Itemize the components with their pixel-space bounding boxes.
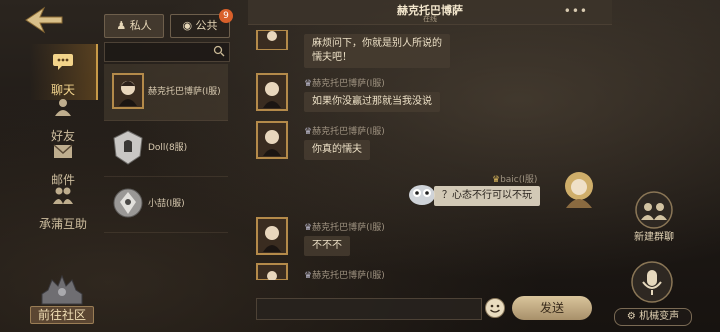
sender-name-text: 赫克托巴博萨(I服)	[312, 223, 385, 233]
new-group-button[interactable]: 新建群聊	[632, 190, 676, 243]
side-nav: 聊天 好友 邮件 承蒲互助 前往社区	[0, 0, 98, 332]
server-crown-icon: ♛	[304, 79, 313, 89]
sender-name: ♛baic(I服)	[492, 172, 537, 185]
message-bubble: ？心态不行可以不玩	[434, 186, 540, 206]
sender-name-text: 赫克托巴博萨(I服)	[312, 79, 385, 89]
community-emblem-icon	[41, 274, 83, 305]
online-status: 在线	[423, 15, 437, 23]
back-arrow-icon[interactable]	[24, 6, 64, 34]
message-avatar	[256, 217, 288, 255]
conversation-list: ♟ 私人 ◉ 公共 9 赫克托巴博萨(I服) Doll(8服) 小喆(I服)	[100, 8, 233, 332]
self-avatar	[565, 172, 593, 208]
sender-name: ♛赫克托巴博萨(I服)	[304, 124, 385, 137]
server-crown-icon: ♛	[304, 271, 313, 281]
nav-label-mutual-help: 承蒲互助	[38, 217, 87, 231]
sender-name-text: 赫克托巴博萨(I服)	[312, 127, 385, 137]
voice-change-toggle[interactable]: ⚙ 机械变声	[614, 308, 692, 326]
voice-change-icon: ⚙	[626, 311, 636, 322]
server-crown-icon: ♛	[492, 175, 501, 185]
conversation-name: Doll(8服)	[148, 143, 188, 153]
message-avatar	[256, 30, 288, 50]
community-button[interactable]: 前往社区	[30, 272, 94, 324]
message-bubble: 麻烦问下，你就是别人所说的 懦夫吧！	[304, 34, 450, 68]
send-button[interactable]: 发送	[512, 296, 592, 320]
sender-name-text: 赫克托巴博萨(I服)	[312, 271, 385, 281]
voice-change-label: 机械变声	[639, 311, 680, 322]
search-input[interactable]	[104, 42, 230, 62]
message-bubble: 如果你没赢过那就当我没说	[304, 92, 440, 112]
conversation-item[interactable]: Doll(8服)	[104, 120, 228, 177]
community-label: 前往社区	[30, 306, 94, 324]
private-tab-icon: ♟	[116, 19, 127, 32]
new-group-label: 新建群聊	[634, 232, 674, 243]
chat-bubble-icon	[53, 54, 73, 70]
avatar	[113, 188, 143, 218]
conversation-item[interactable]: 小喆(I服)	[104, 176, 228, 233]
conversation-name: 小喆(I服)	[148, 199, 185, 209]
friends-icon	[55, 99, 71, 116]
message-avatar	[256, 73, 288, 111]
tab-private-label: 私人	[129, 19, 152, 32]
tab-private[interactable]: ♟ 私人	[104, 14, 164, 38]
message-avatar	[256, 263, 288, 280]
message-avatar	[256, 121, 288, 159]
message-bubble: 你真的懦夫	[304, 140, 370, 160]
mail-icon	[53, 144, 73, 158]
mutual-help-icon	[53, 187, 73, 204]
server-crown-icon: ♛	[304, 127, 313, 137]
tab-public-label: 公共	[195, 19, 218, 32]
search-icon[interactable]	[213, 45, 225, 57]
sender-name: ♛赫克托巴博萨(I服)	[304, 220, 385, 233]
emoji-icon[interactable]	[484, 297, 506, 319]
unread-badge: 9	[219, 9, 233, 23]
sender-name: ♛赫克托巴博萨(I服)	[304, 76, 385, 89]
chat-header: 赫克托巴博萨 在线 •••	[248, 0, 612, 25]
tab-public[interactable]: ◉ 公共 9	[170, 9, 233, 38]
message-bubble: 不不不	[304, 236, 350, 256]
avatar	[113, 130, 143, 165]
more-options-icon[interactable]: •••	[564, 5, 588, 17]
message-input[interactable]	[256, 298, 482, 320]
server-crown-icon: ♛	[304, 223, 313, 233]
new-group-icon	[635, 191, 673, 229]
public-tab-icon: ◉	[182, 19, 193, 32]
sender-name-text: baic(I服)	[500, 175, 538, 185]
microphone-icon[interactable]	[630, 260, 674, 304]
avatar	[112, 73, 144, 109]
conversation-item[interactable]: 赫克托巴博萨(I服)	[104, 64, 228, 121]
sender-name: ♛赫克托巴博萨(I服)	[304, 268, 385, 281]
chat-tabs: ♟ 私人 ◉ 公共 9	[104, 9, 233, 38]
conversation-name: 赫克托巴博萨(I服)	[148, 87, 221, 97]
nav-item-mutual-help[interactable]: 承蒲互助	[30, 178, 96, 234]
chat-panel: 赫克托巴博萨 在线 ••• 麻烦问下，你就是别人所说的 懦夫吧！ ♛赫克托巴博萨…	[248, 0, 612, 332]
